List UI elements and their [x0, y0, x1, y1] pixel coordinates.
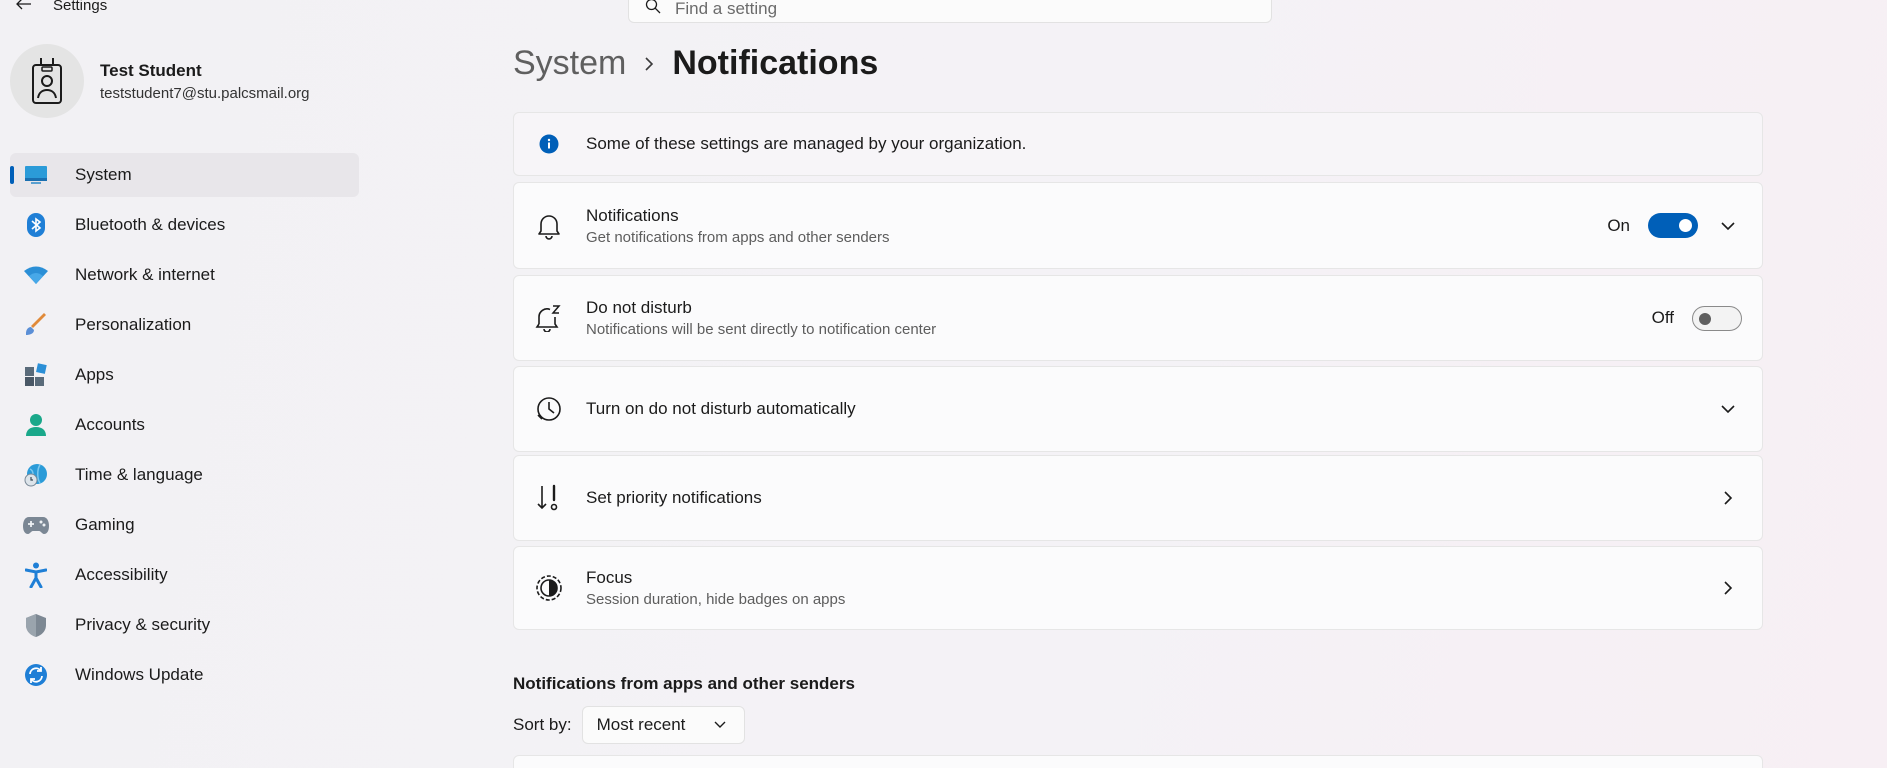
back-arrow-icon	[16, 0, 31, 10]
focus-subtitle: Session duration, hide badges on apps	[586, 591, 846, 608]
focus-icon	[534, 573, 564, 603]
sidebar-nav: System Bluetooth & devices Network & int…	[10, 153, 359, 703]
notifications-subtitle: Get notifications from apps and other se…	[586, 228, 890, 246]
banner-text: Some of these settings are managed by yo…	[586, 134, 1027, 153]
sidebar-item-accessibility[interactable]: Accessibility	[10, 553, 359, 597]
priority-icon	[534, 483, 564, 513]
sidebar-item-system[interactable]: System	[10, 153, 359, 197]
sidebar-item-time-language[interactable]: Time & language	[10, 453, 359, 497]
chevron-right-icon	[644, 56, 654, 72]
search-box[interactable]	[628, 0, 1272, 23]
sidebar-item-apps[interactable]: Apps	[10, 353, 359, 397]
sidebar-item-privacy[interactable]: Privacy & security	[10, 603, 359, 647]
sidebar-item-label: Time & language	[75, 465, 203, 484]
notifications-card[interactable]: Notifications Get notifications from app…	[513, 182, 1763, 269]
sidebar-item-label: Bluetooth & devices	[75, 215, 226, 234]
accounts-icon	[23, 412, 49, 438]
notifications-title: Notifications	[586, 205, 679, 225]
expand-chevron-button[interactable]	[1712, 393, 1744, 425]
sidebar-item-gaming[interactable]: Gaming	[10, 503, 359, 547]
sidebar-item-label: Apps	[75, 365, 114, 384]
bell-snooze-icon	[534, 303, 564, 333]
notifications-toggle[interactable]	[1648, 213, 1698, 238]
sidebar-item-personalization[interactable]: Personalization	[10, 303, 359, 347]
wifi-icon	[23, 262, 49, 288]
sort-selected-value: Most recent	[596, 715, 686, 734]
back-button[interactable]	[10, 0, 38, 14]
page-title: Notifications	[672, 44, 879, 82]
chevron-down-icon	[714, 721, 726, 729]
dnd-state: Off	[1651, 308, 1674, 327]
dnd-toggle[interactable]	[1692, 305, 1742, 331]
sidebar-item-label: Windows Update	[75, 665, 204, 684]
sidebar-item-label: Network & internet	[75, 265, 215, 284]
profile-name: Test Student	[100, 60, 202, 80]
sidebar-item-network[interactable]: Network & internet	[10, 253, 359, 297]
sort-label: Sort by:	[513, 715, 572, 734]
globe-clock-icon	[23, 462, 49, 488]
expand-chevron-button[interactable]	[1712, 210, 1744, 242]
sidebar-item-label: Accounts	[75, 415, 145, 434]
bell-icon	[534, 211, 564, 241]
managed-by-org-banner: Some of these settings are managed by yo…	[513, 112, 1763, 176]
sidebar-item-label: System	[75, 165, 132, 184]
chevron-right-icon	[1724, 581, 1733, 595]
focus-card[interactable]: Focus Session duration, hide badges on a…	[513, 546, 1763, 630]
auto-dnd-title: Turn on do not disturb automatically	[586, 399, 856, 418]
navigate-chevron-button[interactable]	[1712, 572, 1744, 604]
sidebar-item-accounts[interactable]: Accounts	[10, 403, 359, 447]
priority-notifications-card[interactable]: Set priority notifications	[513, 455, 1763, 541]
app-title: Settings	[53, 0, 108, 14]
sidebar-item-label: Privacy & security	[75, 615, 211, 634]
focus-title: Focus	[586, 568, 633, 587]
sort-dropdown[interactable]: Most recent	[581, 706, 745, 744]
user-profile[interactable]: Test Student teststudent7@stu.palcsmail.…	[10, 44, 310, 118]
gamepad-icon	[23, 512, 49, 538]
search-icon	[645, 0, 661, 19]
dnd-subtitle: Notifications will be sent directly to n…	[586, 321, 937, 338]
shield-icon	[23, 612, 49, 638]
senders-section-heading: Notifications from apps and other sender…	[513, 674, 855, 693]
id-badge-icon	[32, 58, 62, 104]
apps-icon	[23, 362, 49, 388]
chevron-right-icon	[1724, 491, 1733, 505]
notifications-state: On	[1607, 215, 1630, 235]
auto-dnd-card[interactable]: Turn on do not disturb automatically	[513, 366, 1763, 452]
navigate-chevron-button[interactable]	[1712, 482, 1744, 514]
sidebar-item-label: Personalization	[75, 315, 192, 334]
do-not-disturb-card: Do not disturb Notifications will be sen…	[513, 275, 1763, 361]
chevron-down-icon	[1721, 221, 1735, 230]
breadcrumb-parent[interactable]: System	[513, 44, 626, 83]
bluetooth-icon	[23, 212, 49, 238]
search-input[interactable]	[675, 0, 1215, 19]
brush-icon	[23, 312, 49, 338]
breadcrumb: System Notifications	[513, 44, 878, 83]
accessibility-icon	[23, 562, 49, 588]
sort-row: Sort by: Most recent	[513, 706, 745, 744]
sender-list-item[interactable]	[513, 755, 1763, 768]
sidebar-item-label: Gaming	[75, 515, 135, 534]
system-icon	[23, 162, 49, 188]
avatar	[10, 44, 84, 118]
dnd-title: Do not disturb	[586, 298, 692, 317]
update-icon	[23, 662, 49, 688]
priority-title: Set priority notifications	[586, 488, 762, 507]
chevron-down-icon	[1721, 405, 1735, 414]
sidebar-item-windows-update[interactable]: Windows Update	[10, 653, 359, 697]
clock-icon	[534, 394, 564, 424]
info-icon	[534, 129, 564, 159]
sidebar-item-bluetooth[interactable]: Bluetooth & devices	[10, 203, 359, 247]
sidebar-item-label: Accessibility	[75, 565, 168, 584]
profile-email: teststudent7@stu.palcsmail.org	[100, 84, 310, 102]
